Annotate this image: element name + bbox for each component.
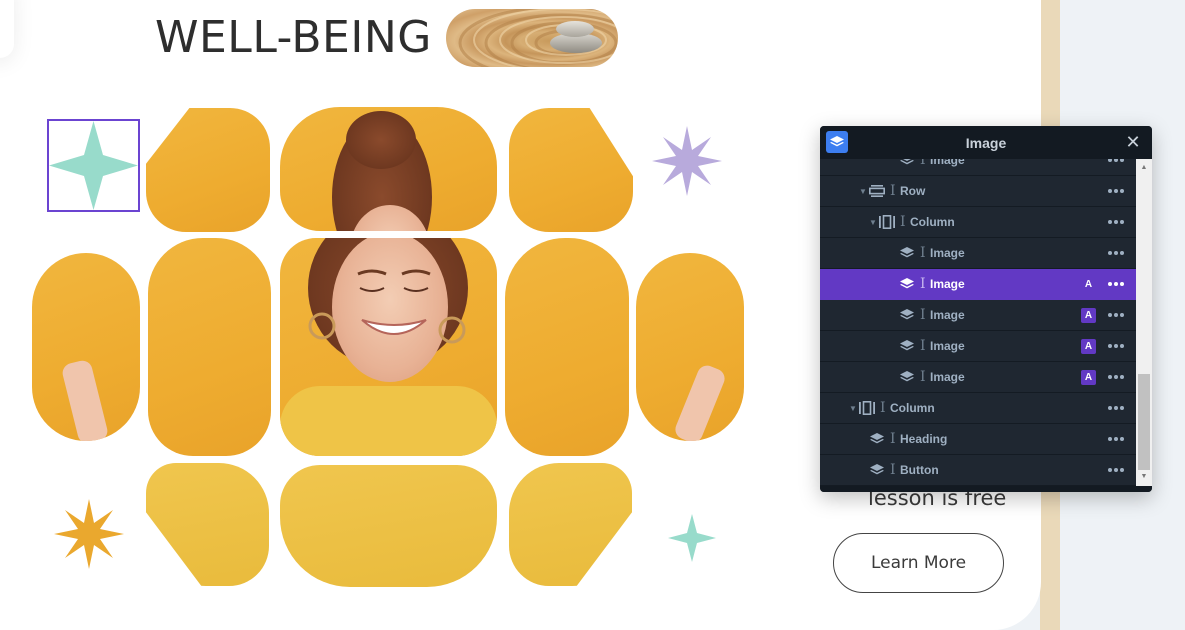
eight-point-star-icon (54, 499, 124, 569)
more-options-icon[interactable] (1106, 406, 1126, 410)
more-options-icon[interactable] (1106, 282, 1126, 286)
panel-scrollbar[interactable]: ▲ ▼ (1136, 159, 1152, 486)
row-layer-icon (868, 184, 886, 198)
image-layer-icon (868, 432, 886, 446)
image-layer-icon (898, 308, 916, 322)
animation-badge[interactable]: A (1081, 369, 1096, 385)
text-cursor-icon: I (920, 245, 926, 261)
collage-tile[interactable] (32, 253, 140, 441)
layer-row-button[interactable]: I Button (820, 455, 1136, 486)
collage-tile[interactable] (280, 107, 497, 231)
column-layer-icon (858, 401, 876, 415)
more-options-icon[interactable] (1106, 468, 1126, 472)
collage-tile[interactable] (280, 238, 497, 456)
text-cursor-icon: I (890, 462, 896, 478)
layer-label: Image (930, 246, 965, 260)
more-options-icon[interactable] (1106, 251, 1126, 255)
text-cursor-icon: I (880, 400, 886, 416)
layers-icon (826, 131, 848, 153)
collage-tile[interactable] (280, 465, 497, 587)
layer-row-image[interactable]: I Image (820, 238, 1136, 269)
image-layer-icon (898, 339, 916, 353)
scroll-up-arrow-icon[interactable]: ▲ (1136, 161, 1152, 175)
text-cursor-icon: I (920, 159, 926, 168)
layer-row-column[interactable]: ▼ I Column (820, 207, 1136, 238)
animation-badge[interactable]: A (1081, 338, 1096, 354)
panel-header[interactable]: Image ✕ (820, 126, 1152, 159)
more-options-icon[interactable] (1106, 189, 1126, 193)
image-layer-icon (868, 463, 886, 477)
layer-label: Heading (900, 432, 948, 446)
layer-label: Column (890, 401, 935, 415)
layer-row-row[interactable]: ▼ I Row (820, 176, 1136, 207)
scroll-down-arrow-icon[interactable]: ▼ (1136, 470, 1152, 484)
panel-footer (820, 486, 1152, 492)
collage-tile[interactable] (636, 253, 744, 441)
text-cursor-icon: I (920, 338, 926, 354)
hand-right (672, 362, 728, 441)
layer-label: Image (930, 308, 965, 322)
selection-outline (47, 119, 140, 212)
four-point-star-icon (668, 514, 716, 562)
more-options-icon[interactable] (1106, 159, 1126, 162)
layer-row-image[interactable]: I Image A (820, 331, 1136, 362)
text-cursor-icon: I (900, 214, 906, 230)
more-options-icon[interactable] (1106, 220, 1126, 224)
more-options-icon[interactable] (1106, 437, 1126, 441)
stone-top (555, 21, 594, 37)
layer-row-image[interactable]: I Image A (820, 300, 1136, 331)
heading-text: WELL-BEING (155, 12, 432, 63)
layers-tree: I Image ▼ I Row ▼ I Column I Image I Image A I Image A I… (820, 159, 1136, 486)
layer-label: Button (900, 463, 939, 477)
layer-label: Image (930, 277, 965, 291)
hair-bun (346, 111, 416, 169)
more-options-icon[interactable] (1106, 375, 1126, 379)
layer-row-image[interactable]: I Image A (820, 269, 1136, 300)
layer-label: Image (930, 159, 965, 167)
animation-badge[interactable]: A (1081, 277, 1096, 292)
close-icon[interactable]: ✕ (1123, 132, 1143, 152)
more-options-icon[interactable] (1106, 344, 1126, 348)
layers-panel: Image ✕ I Image ▼ I Row ▼ I Column I Image I Image A… (820, 126, 1152, 492)
scrollbar-thumb[interactable] (1138, 374, 1150, 470)
layer-label: Image (930, 370, 965, 384)
image-layer-icon (898, 370, 916, 384)
floating-card (0, 0, 14, 58)
sweater (280, 386, 497, 456)
learn-more-button[interactable]: Learn More (833, 533, 1004, 593)
layer-row-column[interactable]: ▼ I Column (820, 393, 1136, 424)
layer-label: Image (930, 339, 965, 353)
text-cursor-icon: I (920, 369, 926, 385)
collage-tile[interactable] (148, 238, 271, 456)
hand-left (60, 358, 110, 441)
text-cursor-icon: I (920, 276, 926, 292)
text-cursor-icon: I (920, 307, 926, 323)
layer-label: Column (910, 215, 955, 229)
image-layer-icon (898, 277, 916, 291)
animation-badge[interactable]: A (1081, 307, 1096, 323)
layer-row-image[interactable]: I Image A (820, 362, 1136, 393)
panel-title: Image (965, 134, 1007, 151)
layer-row-heading[interactable]: I Heading (820, 424, 1136, 455)
image-layer-icon (898, 159, 916, 167)
text-cursor-icon: I (890, 431, 896, 447)
expand-caret-icon[interactable]: ▼ (848, 404, 858, 413)
expand-caret-icon[interactable]: ▼ (868, 218, 878, 227)
layer-label: Row (900, 184, 926, 198)
collage-tile[interactable] (505, 238, 629, 456)
expand-caret-icon[interactable]: ▼ (858, 187, 868, 196)
more-options-icon[interactable] (1106, 313, 1126, 317)
text-cursor-icon: I (890, 183, 896, 199)
image-layer-icon (898, 246, 916, 260)
layer-row-image[interactable]: I Image (820, 159, 1136, 176)
hero-heading[interactable]: WELL-BEING (155, 9, 618, 67)
zen-stones-image[interactable] (445, 9, 618, 67)
column-layer-icon (878, 215, 896, 229)
eight-point-star-icon (652, 126, 722, 196)
